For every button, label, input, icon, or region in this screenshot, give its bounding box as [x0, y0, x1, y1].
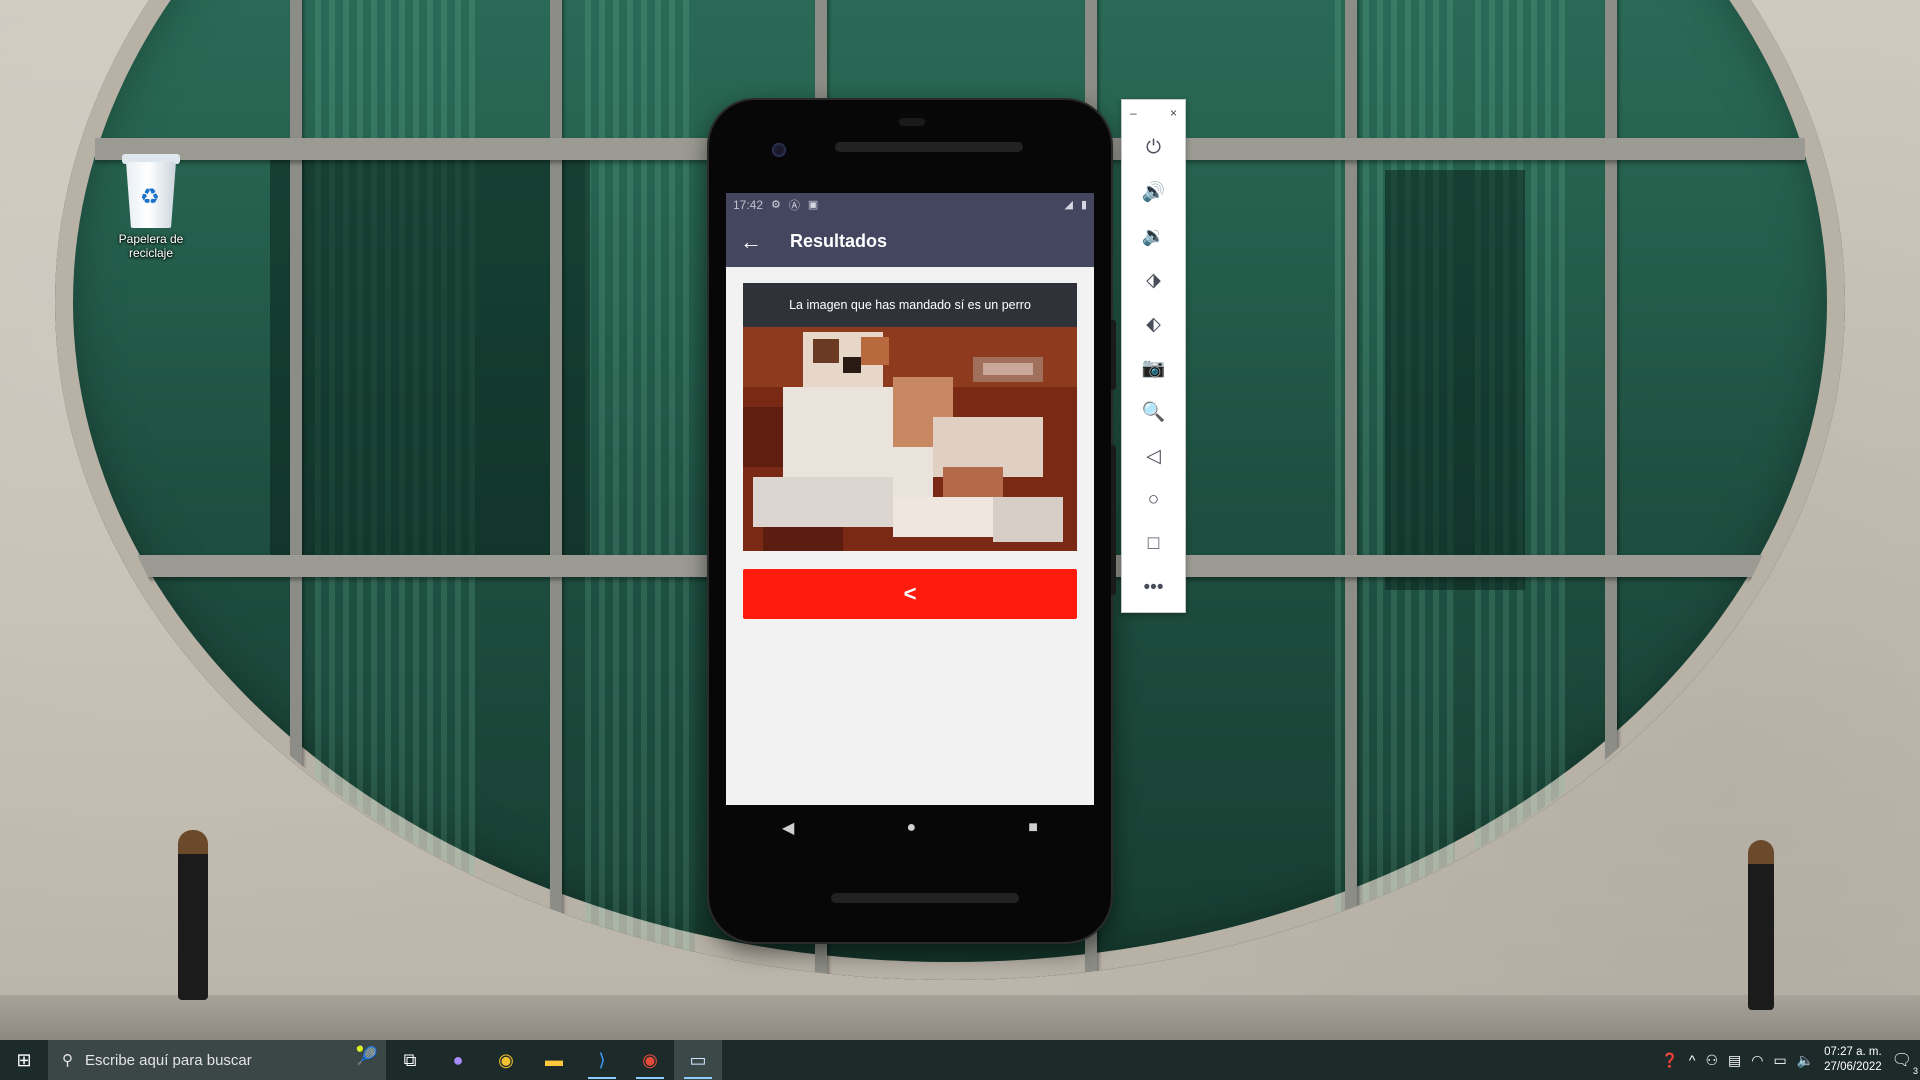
earpiece-speaker	[835, 142, 1023, 152]
wallpaper-person-left	[178, 830, 208, 1000]
windows-taskbar: ⊞ ⚲ Escribe aquí para buscar 🎾 ⧉ ● ◉ ▬ ⟩…	[0, 1040, 1920, 1080]
home-icon[interactable]: ○	[1122, 478, 1185, 522]
show-hidden-icons-chevron[interactable]: ^	[1689, 1052, 1696, 1068]
battery-tray-icon[interactable]: ▭	[1773, 1052, 1786, 1069]
clock-time: 07:27 a. m.	[1824, 1046, 1882, 1058]
wallpaper-person-right	[1748, 840, 1774, 1010]
app-bar: ← Resultados	[726, 216, 1094, 267]
nav-back-icon[interactable]: ◀	[782, 818, 794, 838]
page-title: Resultados	[790, 231, 888, 251]
power-icon[interactable]: ⏻	[1122, 126, 1185, 170]
task-view-icon[interactable]: ⧉	[386, 1040, 434, 1080]
result-dog-image	[743, 327, 1077, 551]
close-button[interactable]: ×	[1170, 106, 1177, 120]
android-emulator-device: 17:42 ⚙ Ⓐ ▣ ◢ ▮ ← Resultados La imagen q…	[709, 100, 1116, 942]
bottom-speaker	[831, 893, 1019, 903]
vscode-icon[interactable]: ⟩	[578, 1040, 626, 1080]
wallpaper-ledge	[0, 995, 1920, 1040]
battery-icon: ▮	[1080, 199, 1087, 211]
volume-side-button[interactable]	[1111, 445, 1116, 595]
file-explorer-icon[interactable]: ▬	[530, 1040, 578, 1080]
status-bar: 17:42 ⚙ Ⓐ ▣ ◢ ▮	[726, 193, 1094, 216]
overview-icon[interactable]: □	[1122, 522, 1185, 566]
recycle-bin-shortcut[interactable]: ♻ Papelera de reciclaje	[108, 150, 194, 260]
front-camera	[772, 143, 786, 157]
network-people-icon[interactable]: ⚇	[1705, 1052, 1718, 1069]
clock-date: 27/06/2022	[1824, 1061, 1882, 1073]
chrome-profile-icon[interactable]: ◉	[626, 1040, 674, 1080]
emulator-window-controls: – ×	[1122, 100, 1185, 126]
android-nav-bar: ◀ ● ■	[726, 805, 1094, 851]
windows-start-icon[interactable]: ⊞	[0, 1040, 48, 1080]
proximity-sensor	[899, 118, 925, 126]
wifi-icon[interactable]: ◠	[1751, 1052, 1763, 1069]
search-highlight-icon: 🎾	[355, 1046, 378, 1066]
taskbar-search-box[interactable]: ⚲ Escribe aquí para buscar 🎾	[48, 1040, 386, 1080]
phone-screen: 17:42 ⚙ Ⓐ ▣ ◢ ▮ ← Resultados La imagen q…	[726, 193, 1094, 805]
status-time: 17:42	[733, 197, 764, 212]
emulator-toolbar: – × ⏻ 🔊 🔉 ⬗ ⬖ 📷 🔍 ◁ ○ □ •••	[1121, 99, 1186, 613]
more-icon[interactable]: •••	[1122, 566, 1185, 610]
search-placeholder: Escribe aquí para buscar	[85, 1051, 252, 1069]
camera-icon[interactable]: 📷	[1122, 346, 1185, 390]
arrow-back-icon[interactable]: ←	[726, 229, 776, 255]
chrome-icon[interactable]: ◉	[482, 1040, 530, 1080]
search-icon: ⚲	[62, 1052, 73, 1069]
volume-tray-icon[interactable]: 🔈	[1797, 1052, 1814, 1069]
nav-recents-icon[interactable]: ■	[1028, 819, 1038, 837]
android-notification-icon: Ⓐ	[788, 199, 800, 212]
minimize-button[interactable]: –	[1130, 106, 1137, 120]
settings-notification-icon: ⚙	[771, 199, 781, 211]
rotate-right-icon[interactable]: ⬖	[1122, 302, 1185, 346]
github-desktop-icon[interactable]: ●	[434, 1040, 482, 1080]
help-icon[interactable]: ❓	[1661, 1052, 1678, 1069]
return-button[interactable]: <	[743, 569, 1077, 619]
notification-center-icon[interactable]: 🗨 3	[1892, 1050, 1918, 1076]
notification-count: 3	[1912, 1066, 1918, 1076]
recycle-bin-icon: ♻	[120, 150, 182, 230]
volume-up-icon[interactable]: 🔊	[1122, 170, 1185, 214]
recycle-bin-label: Papelera de reciclaje	[118, 232, 184, 260]
nav-home-icon[interactable]: ●	[906, 819, 916, 837]
system-tray: ❓ ^ ⚇ ▤ ◠ ▭ 🔈 07:27 a. m. 27/06/2022 🗨 3	[1661, 1045, 1920, 1076]
app-tray-icon[interactable]: ▤	[1728, 1052, 1741, 1069]
volume-down-icon[interactable]: 🔉	[1122, 214, 1185, 258]
zoom-icon[interactable]: 🔍	[1122, 390, 1185, 434]
taskbar-clock[interactable]: 07:27 a. m. 27/06/2022	[1824, 1045, 1882, 1075]
sim-notification-icon: ▣	[807, 199, 819, 211]
emulator-app-icon[interactable]: ▭	[674, 1040, 722, 1080]
result-caption: La imagen que has mandado sí es un perro	[743, 283, 1077, 327]
back-icon[interactable]: ◁	[1122, 434, 1185, 478]
rotate-left-icon[interactable]: ⬗	[1122, 258, 1185, 302]
power-side-button[interactable]	[1111, 320, 1116, 390]
result-card: La imagen que has mandado sí es un perro	[743, 283, 1077, 551]
signal-icon: ◢	[1064, 199, 1073, 211]
